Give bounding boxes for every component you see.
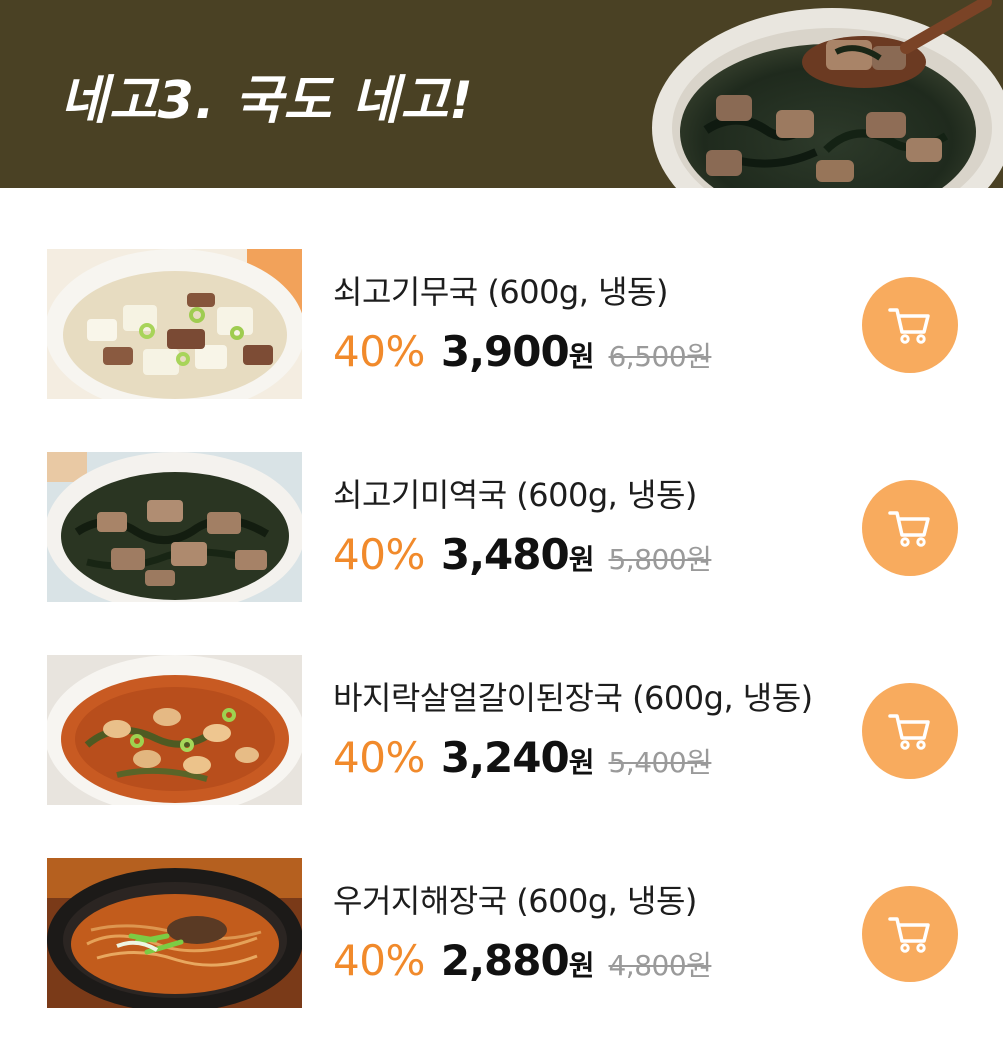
discount-rate: 40% (333, 327, 425, 376)
product-image-hangover-soup[interactable] (47, 858, 302, 1008)
product-item[interactable]: 우거지해장국 (600g, 냉동) 40% 2,880 원 4,800원 (0, 858, 1003, 1018)
discount-rate: 40% (333, 733, 425, 782)
cart-icon (888, 308, 930, 344)
promo-banner: 네고3. 국도 네고! (0, 0, 1003, 188)
discount-rate: 40% (333, 936, 425, 985)
product-image-beef-seaweed-soup[interactable] (47, 452, 302, 602)
product-name[interactable]: 우거지해장국 (600g, 냉동) (333, 876, 697, 922)
sale-price: 2,880 (440, 936, 570, 985)
sale-price: 3,240 (440, 733, 570, 782)
original-price: 5,800원 (608, 543, 712, 576)
product-item[interactable]: 쇠고기미역국 (600g, 냉동) 40% 3,480 원 5,800원 (0, 452, 1003, 612)
add-to-cart-button[interactable] (862, 683, 958, 779)
currency-label: 원 (568, 543, 595, 576)
currency-label: 원 (568, 949, 595, 982)
product-image-clam-soybean-paste-soup[interactable] (47, 655, 302, 805)
product-name[interactable]: 쇠고기미역국 (600g, 냉동) (333, 470, 697, 516)
price-line: 40% 3,480 원 5,800원 (333, 530, 712, 579)
cart-icon (888, 714, 930, 750)
product-image-beef-radish-soup[interactable] (47, 249, 302, 399)
sale-price: 3,900 (440, 327, 570, 376)
banner-title: 네고3. 국도 네고! (60, 71, 474, 131)
product-item[interactable]: 바지락살얼갈이된장국 (600g, 냉동) 40% 3,240 원 5,400원 (0, 655, 1003, 815)
add-to-cart-button[interactable] (862, 277, 958, 373)
discount-rate: 40% (333, 530, 425, 579)
add-to-cart-button[interactable] (862, 480, 958, 576)
add-to-cart-button[interactable] (862, 886, 958, 982)
currency-label: 원 (568, 746, 595, 779)
sale-price: 3,480 (440, 530, 570, 579)
banner-soup-image (636, 0, 1003, 188)
currency-label: 원 (568, 340, 595, 373)
original-price: 5,400원 (608, 746, 712, 779)
page: 네고3. 국도 네고! 쇠고기무국 (600g, 냉동) 40% 3,900 원… (0, 0, 1003, 1055)
product-item[interactable]: 쇠고기무국 (600g, 냉동) 40% 3,900 원 6,500원 (0, 249, 1003, 409)
original-price: 6,500원 (608, 340, 712, 373)
product-name[interactable]: 바지락살얼갈이된장국 (600g, 냉동) (333, 673, 813, 719)
original-price: 4,800원 (608, 949, 712, 982)
price-line: 40% 3,240 원 5,400원 (333, 733, 712, 782)
product-name[interactable]: 쇠고기무국 (600g, 냉동) (333, 267, 668, 313)
price-line: 40% 3,900 원 6,500원 (333, 327, 712, 376)
price-line: 40% 2,880 원 4,800원 (333, 936, 712, 985)
cart-icon (888, 917, 930, 953)
cart-icon (888, 511, 930, 547)
